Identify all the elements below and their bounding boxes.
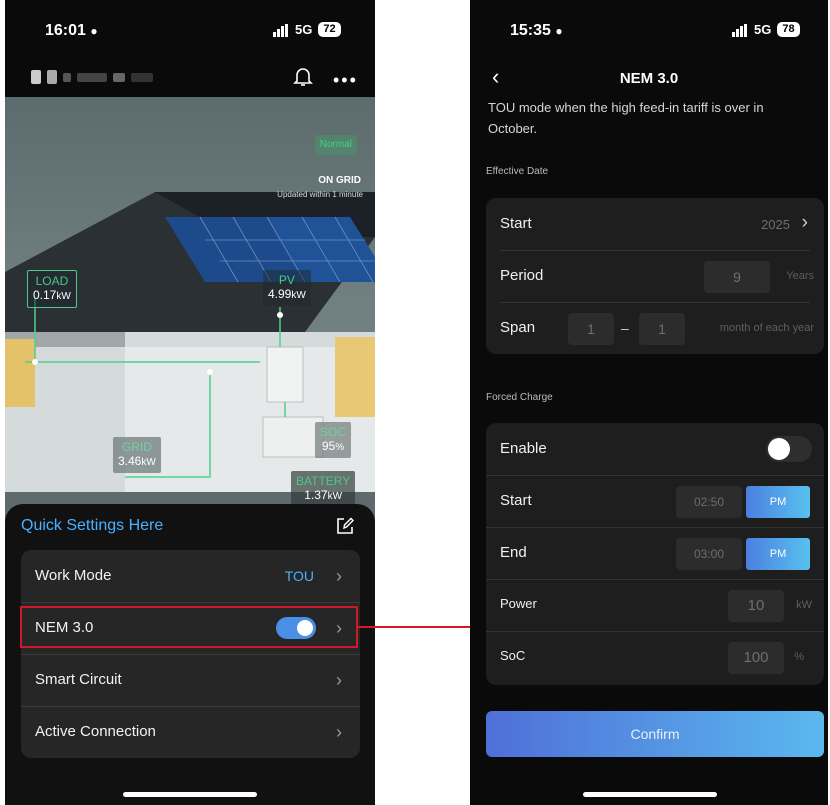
load-value: 0.17kW xyxy=(33,288,71,302)
charge-end-row: End 03:00 PM xyxy=(486,527,824,579)
network-type: 5G xyxy=(754,22,772,37)
energy-flow-scene: Normal ON GRID Updated within 1 minute L… xyxy=(5,97,375,522)
home-indicator xyxy=(583,792,717,797)
pv-label: PV xyxy=(278,273,295,287)
period-label: Period xyxy=(500,267,544,284)
chevron-right-icon: › xyxy=(336,566,342,586)
more-options-icon[interactable]: ••• xyxy=(333,70,358,91)
chevron-right-icon: › xyxy=(336,670,342,690)
chevron-right-icon: › xyxy=(801,212,808,233)
quick-settings-title: Quick Settings Here xyxy=(21,517,164,534)
soc-row-unit: % xyxy=(794,651,804,663)
active-connection-row[interactable]: Active Connection › xyxy=(21,706,360,758)
effective-date-card: Start 2025 › Period 9 Years Span 1 – 1 m… xyxy=(486,198,824,354)
page-title: NEM 3.0 xyxy=(619,70,679,87)
house-illustration xyxy=(5,192,375,522)
span-row: Span 1 – 1 month of each year xyxy=(486,302,824,354)
enable-toggle[interactable] xyxy=(766,436,812,462)
charge-start-time[interactable]: 02:50 xyxy=(676,486,742,518)
soc-input[interactable]: 100 xyxy=(728,642,784,674)
work-mode-value: TOU xyxy=(284,568,314,584)
power-unit: kW xyxy=(796,599,812,611)
network-type: 5G xyxy=(295,22,313,37)
grid-state: ON GRID xyxy=(318,175,361,186)
power-row: Power 10 kW xyxy=(486,579,824,631)
battery-level: 72 xyxy=(318,22,341,37)
work-mode-row[interactable]: Work Mode TOU › xyxy=(21,550,360,603)
start-label: Start xyxy=(500,215,532,232)
start-year-row[interactable]: Start 2025 › xyxy=(486,198,824,250)
forced-charge-card: Enable Start 02:50 PM End 03:00 PM Power… xyxy=(486,423,824,685)
grid-tag: GRID 3.46kW xyxy=(113,437,161,473)
period-input[interactable]: 9 xyxy=(704,261,770,293)
soc-value: 95% xyxy=(321,439,345,453)
right-phone-screen: 15:35 ● 5G 78 ‹ NEM 3.0 TOU mode when th… xyxy=(470,0,828,805)
period-unit: Years xyxy=(786,270,814,282)
home-indicator xyxy=(123,792,257,797)
status-time: 16:01 ● xyxy=(45,22,98,39)
soc-row-label: SoC xyxy=(500,648,526,663)
charge-start-label: Start xyxy=(500,492,532,509)
smart-circuit-label: Smart Circuit xyxy=(35,671,122,688)
effective-date-header: Effective Date xyxy=(486,166,549,177)
charge-end-pm-button[interactable]: PM xyxy=(746,538,810,570)
status-time: 15:35 ● xyxy=(510,22,563,39)
connector-line xyxy=(358,626,470,628)
intro-text: TOU mode when the high feed-in tariff is… xyxy=(488,100,764,136)
start-year-value: 2025 xyxy=(761,217,790,232)
grid-label: GRID xyxy=(121,440,152,454)
enable-row: Enable xyxy=(486,423,824,475)
edit-icon[interactable] xyxy=(335,516,355,541)
span-label: Span xyxy=(500,319,536,336)
power-label: Power xyxy=(500,596,537,611)
battery-level: 78 xyxy=(777,22,800,37)
span-dash: – xyxy=(621,320,629,336)
bell-icon[interactable] xyxy=(293,66,313,88)
charge-end-time[interactable]: 03:00 xyxy=(676,538,742,570)
span-from-input[interactable]: 1 xyxy=(568,313,614,345)
load-label: LOAD xyxy=(35,274,69,288)
span-to-input[interactable]: 1 xyxy=(639,313,685,345)
forced-charge-header: Forced Charge xyxy=(486,392,553,403)
soc-tag: SOC 95% xyxy=(315,422,352,458)
active-connection-label: Active Connection xyxy=(35,723,156,740)
enable-label: Enable xyxy=(500,440,547,457)
span-unit: month of each year xyxy=(719,322,814,334)
blurred-site-name xyxy=(31,70,153,84)
battery-value: 1.37kW xyxy=(304,488,343,502)
status-indicators: 5G 72 xyxy=(273,22,341,37)
confirm-button[interactable]: Confirm xyxy=(486,711,824,757)
status-badge: Normal xyxy=(314,135,357,155)
quick-settings-sheet: Quick Settings Here Work Mode TOU › NEM … xyxy=(5,504,375,805)
signal-icon xyxy=(273,22,289,37)
chevron-right-icon: › xyxy=(336,722,342,742)
highlight-box xyxy=(20,606,358,648)
battery-label: BATTERY xyxy=(296,474,351,488)
toggle-knob xyxy=(768,438,790,460)
period-row: Period 9 Years xyxy=(486,250,824,302)
pv-tag: PV 4.99kW xyxy=(263,270,311,306)
soc-row: SoC 100 % xyxy=(486,631,824,683)
grid-value: 3.46kW xyxy=(118,454,156,468)
status-indicators: 5G 78 xyxy=(732,22,800,37)
update-time: Updated within 1 minute xyxy=(277,190,363,199)
battery-tag: BATTERY 1.37kW xyxy=(291,471,356,507)
left-phone-screen: 16:01 ● 5G 72 ••• Normal ON GRID Updated… xyxy=(5,0,375,805)
charge-start-row: Start 02:50 PM xyxy=(486,475,824,527)
smart-circuit-row[interactable]: Smart Circuit › xyxy=(21,654,360,707)
load-tag: LOAD 0.17kW xyxy=(27,270,77,308)
charge-end-label: End xyxy=(500,544,527,561)
soc-label: SOC xyxy=(320,425,347,439)
pv-value: 4.99kW xyxy=(268,287,306,301)
power-input[interactable]: 10 xyxy=(728,590,784,622)
charge-start-pm-button[interactable]: PM xyxy=(746,486,810,518)
work-mode-label: Work Mode xyxy=(35,567,112,584)
signal-icon xyxy=(732,22,748,37)
quick-settings-list: Work Mode TOU › NEM 3.0 › Smart Circuit … xyxy=(21,550,360,758)
